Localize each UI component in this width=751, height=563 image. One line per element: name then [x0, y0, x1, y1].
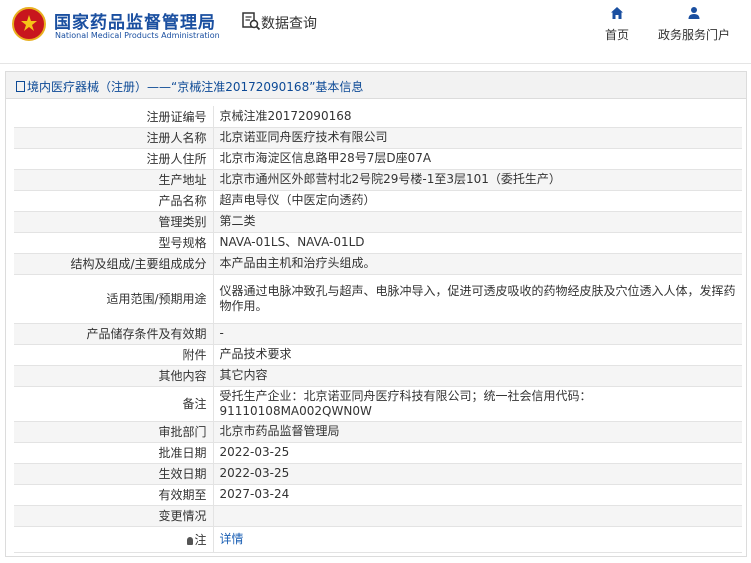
row-label-text: 其他内容: [158, 369, 207, 383]
row-value: 详情: [213, 526, 742, 553]
row-label: 有效期至: [14, 484, 214, 506]
row-label-text: 注册人名称: [146, 131, 207, 145]
row-label-text: 备注: [182, 397, 207, 411]
row-label: 产品储存条件及有效期: [14, 323, 214, 345]
row-label-text: 产品储存条件及有效期: [86, 327, 207, 341]
row-value: -: [213, 323, 742, 345]
table-row: 注册人名称 北京诺亚同舟医疗技术有限公司: [14, 127, 742, 149]
panel-header: 境内医疗器械（注册）——“京械注准20172090168”基本信息: [6, 72, 746, 99]
row-value: 北京市海淀区信息路甲28号7层D座07A: [213, 148, 742, 170]
table-row: 变更情况: [14, 505, 742, 527]
row-label: 注册人名称: [14, 127, 214, 149]
row-label-text: 适用范围/预期用途: [106, 292, 207, 306]
row-label-text: 注册人住所: [146, 152, 207, 166]
row-label: 审批部门: [14, 421, 214, 443]
row-value: 第二类: [213, 211, 742, 233]
table-row: 注详情: [14, 526, 742, 553]
panel-title: 境内医疗器械（注册）——“京械注准20172090168”基本信息: [27, 80, 364, 94]
table-row: 注册人住所 北京市海淀区信息路甲28号7层D座07A: [14, 148, 742, 170]
row-label: 批准日期: [14, 442, 214, 464]
nav-gov-portal-label: 政务服务门户: [657, 28, 730, 42]
row-label: 注册证编号: [14, 106, 214, 128]
row-value: 本产品由主机和治疗头组成。: [213, 253, 742, 275]
row-value: 产品技术要求: [213, 344, 742, 366]
row-value: 超声电导仪（中医定向透药）: [213, 190, 742, 212]
site-name-cn[interactable]: 国家药品监督管理局: [54, 8, 216, 33]
detail-table: 注册证编号 京械注准20172090168 注册人名称 北京诺亚同舟医疗技术有限公司注…: [14, 106, 742, 553]
data-query-icon[interactable]: [241, 11, 261, 31]
detail-panel: 境内医疗器械（注册）——“京械注准20172090168”基本信息 注册证编号京…: [5, 71, 747, 557]
row-label: 变更情况: [14, 505, 214, 527]
table-row: 注册证编号 京械注准20172090168: [14, 106, 742, 128]
row-label-text: 产品名称: [158, 194, 207, 208]
table-row: 生产地址 北京市通州区外郎营村北2号院29号楼-1至3层101（委托生产）: [14, 169, 742, 191]
row-value: 其它内容: [213, 365, 742, 387]
nav-home[interactable]: 首页: [597, 6, 637, 43]
row-label: 其他内容: [14, 365, 214, 387]
table-row: 生效日期 2022-03-25: [14, 463, 742, 485]
row-label: 管理类别: [14, 211, 214, 233]
row-label-text: 有效期至: [158, 488, 207, 502]
row-value: 北京市通州区外郎营村北2号院29号楼-1至3层101（委托生产）: [213, 169, 742, 191]
table-row: 有效期至 2027-03-24: [14, 484, 742, 506]
row-label-text: 生效日期: [158, 467, 207, 481]
row-value: 京械注准20172090168: [213, 106, 742, 128]
row-label: 生产地址: [14, 169, 214, 191]
row-label-text: 审批部门: [158, 425, 207, 439]
table-row: 管理类别 第二类: [14, 211, 742, 233]
nav-home-label: 首页: [604, 28, 629, 42]
row-label-text: 生产地址: [158, 173, 207, 187]
table-row: 产品名称 超声电导仪（中医定向透药）: [14, 190, 742, 212]
row-label: 结构及组成/主要组成成分: [14, 253, 214, 275]
row-label-text: 型号规格: [158, 236, 207, 250]
table-row: 其他内容 其它内容: [14, 365, 742, 387]
row-label: 注: [14, 526, 214, 553]
table-row: 备注 受托生产企业：北京诺亚同舟医疗科技有限公司；统一社会信用代码：9111010…: [14, 386, 742, 422]
row-label-text: 注册证编号: [146, 109, 207, 124]
row-label-text: 注: [194, 532, 207, 547]
nav-gov-portal[interactable]: 政务服务门户: [656, 6, 732, 43]
row-label: 型号规格: [14, 232, 214, 254]
row-label-text: 批准日期: [158, 446, 207, 460]
data-query-link[interactable]: 数据查询: [261, 13, 317, 33]
row-value: NAVA-01LS、NAVA-01LD: [213, 232, 742, 254]
row-label: 注册人住所: [14, 148, 214, 170]
table-row: 产品储存条件及有效期 -: [14, 323, 742, 345]
row-label: 生效日期: [14, 463, 214, 485]
row-value: 2022-03-25: [213, 442, 742, 464]
row-label: 适用范围/预期用途: [14, 274, 214, 324]
table-row: 审批部门 北京市药品监督管理局: [14, 421, 742, 443]
row-label: 备注: [14, 386, 214, 422]
row-label-text: 附件: [182, 348, 207, 362]
user-icon: [688, 7, 700, 19]
table-row: 型号规格 NAVA-01LS、NAVA-01LD: [14, 232, 742, 254]
row-label-text: 变更情况: [158, 509, 207, 523]
row-value: 受托生产企业：北京诺亚同舟医疗科技有限公司；统一社会信用代码：91110108M…: [213, 386, 742, 422]
row-label: 产品名称: [14, 190, 214, 212]
top-header: 国家药品监督管理局 National Medical Products Admi…: [0, 0, 751, 64]
table-row: 附件 产品技术要求: [14, 344, 742, 366]
row-label-text: 结构及组成/主要组成成分: [70, 257, 207, 271]
details-link[interactable]: 详情: [220, 532, 244, 546]
row-value: 2027-03-24: [213, 484, 742, 506]
national-emblem-icon: [12, 7, 46, 41]
row-value: 仪器通过电脉冲致孔与超声、电脉冲导入，促进可透皮吸收的药物经皮肤及穴位透入人体，…: [213, 274, 742, 324]
row-value: 2022-03-25: [213, 463, 742, 485]
document-icon: [16, 81, 25, 92]
row-label: 附件: [14, 344, 214, 366]
row-label-text: 管理类别: [158, 215, 207, 229]
row-value: [213, 505, 742, 527]
table-row: 适用范围/预期用途 仪器通过电脉冲致孔与超声、电脉冲导入，促进可透皮吸收的药物经皮…: [14, 274, 742, 324]
table-row: 批准日期 2022-03-25: [14, 442, 742, 464]
row-value: 北京诺亚同舟医疗技术有限公司: [213, 127, 742, 149]
row-value: 北京市药品监督管理局: [213, 421, 742, 443]
lightbulb-icon: [187, 536, 194, 545]
site-name-en: National Medical Products Administration: [55, 31, 220, 40]
table-row: 结构及组成/主要组成成分 本产品由主机和治疗头组成。: [14, 253, 742, 275]
home-icon: [611, 7, 623, 19]
